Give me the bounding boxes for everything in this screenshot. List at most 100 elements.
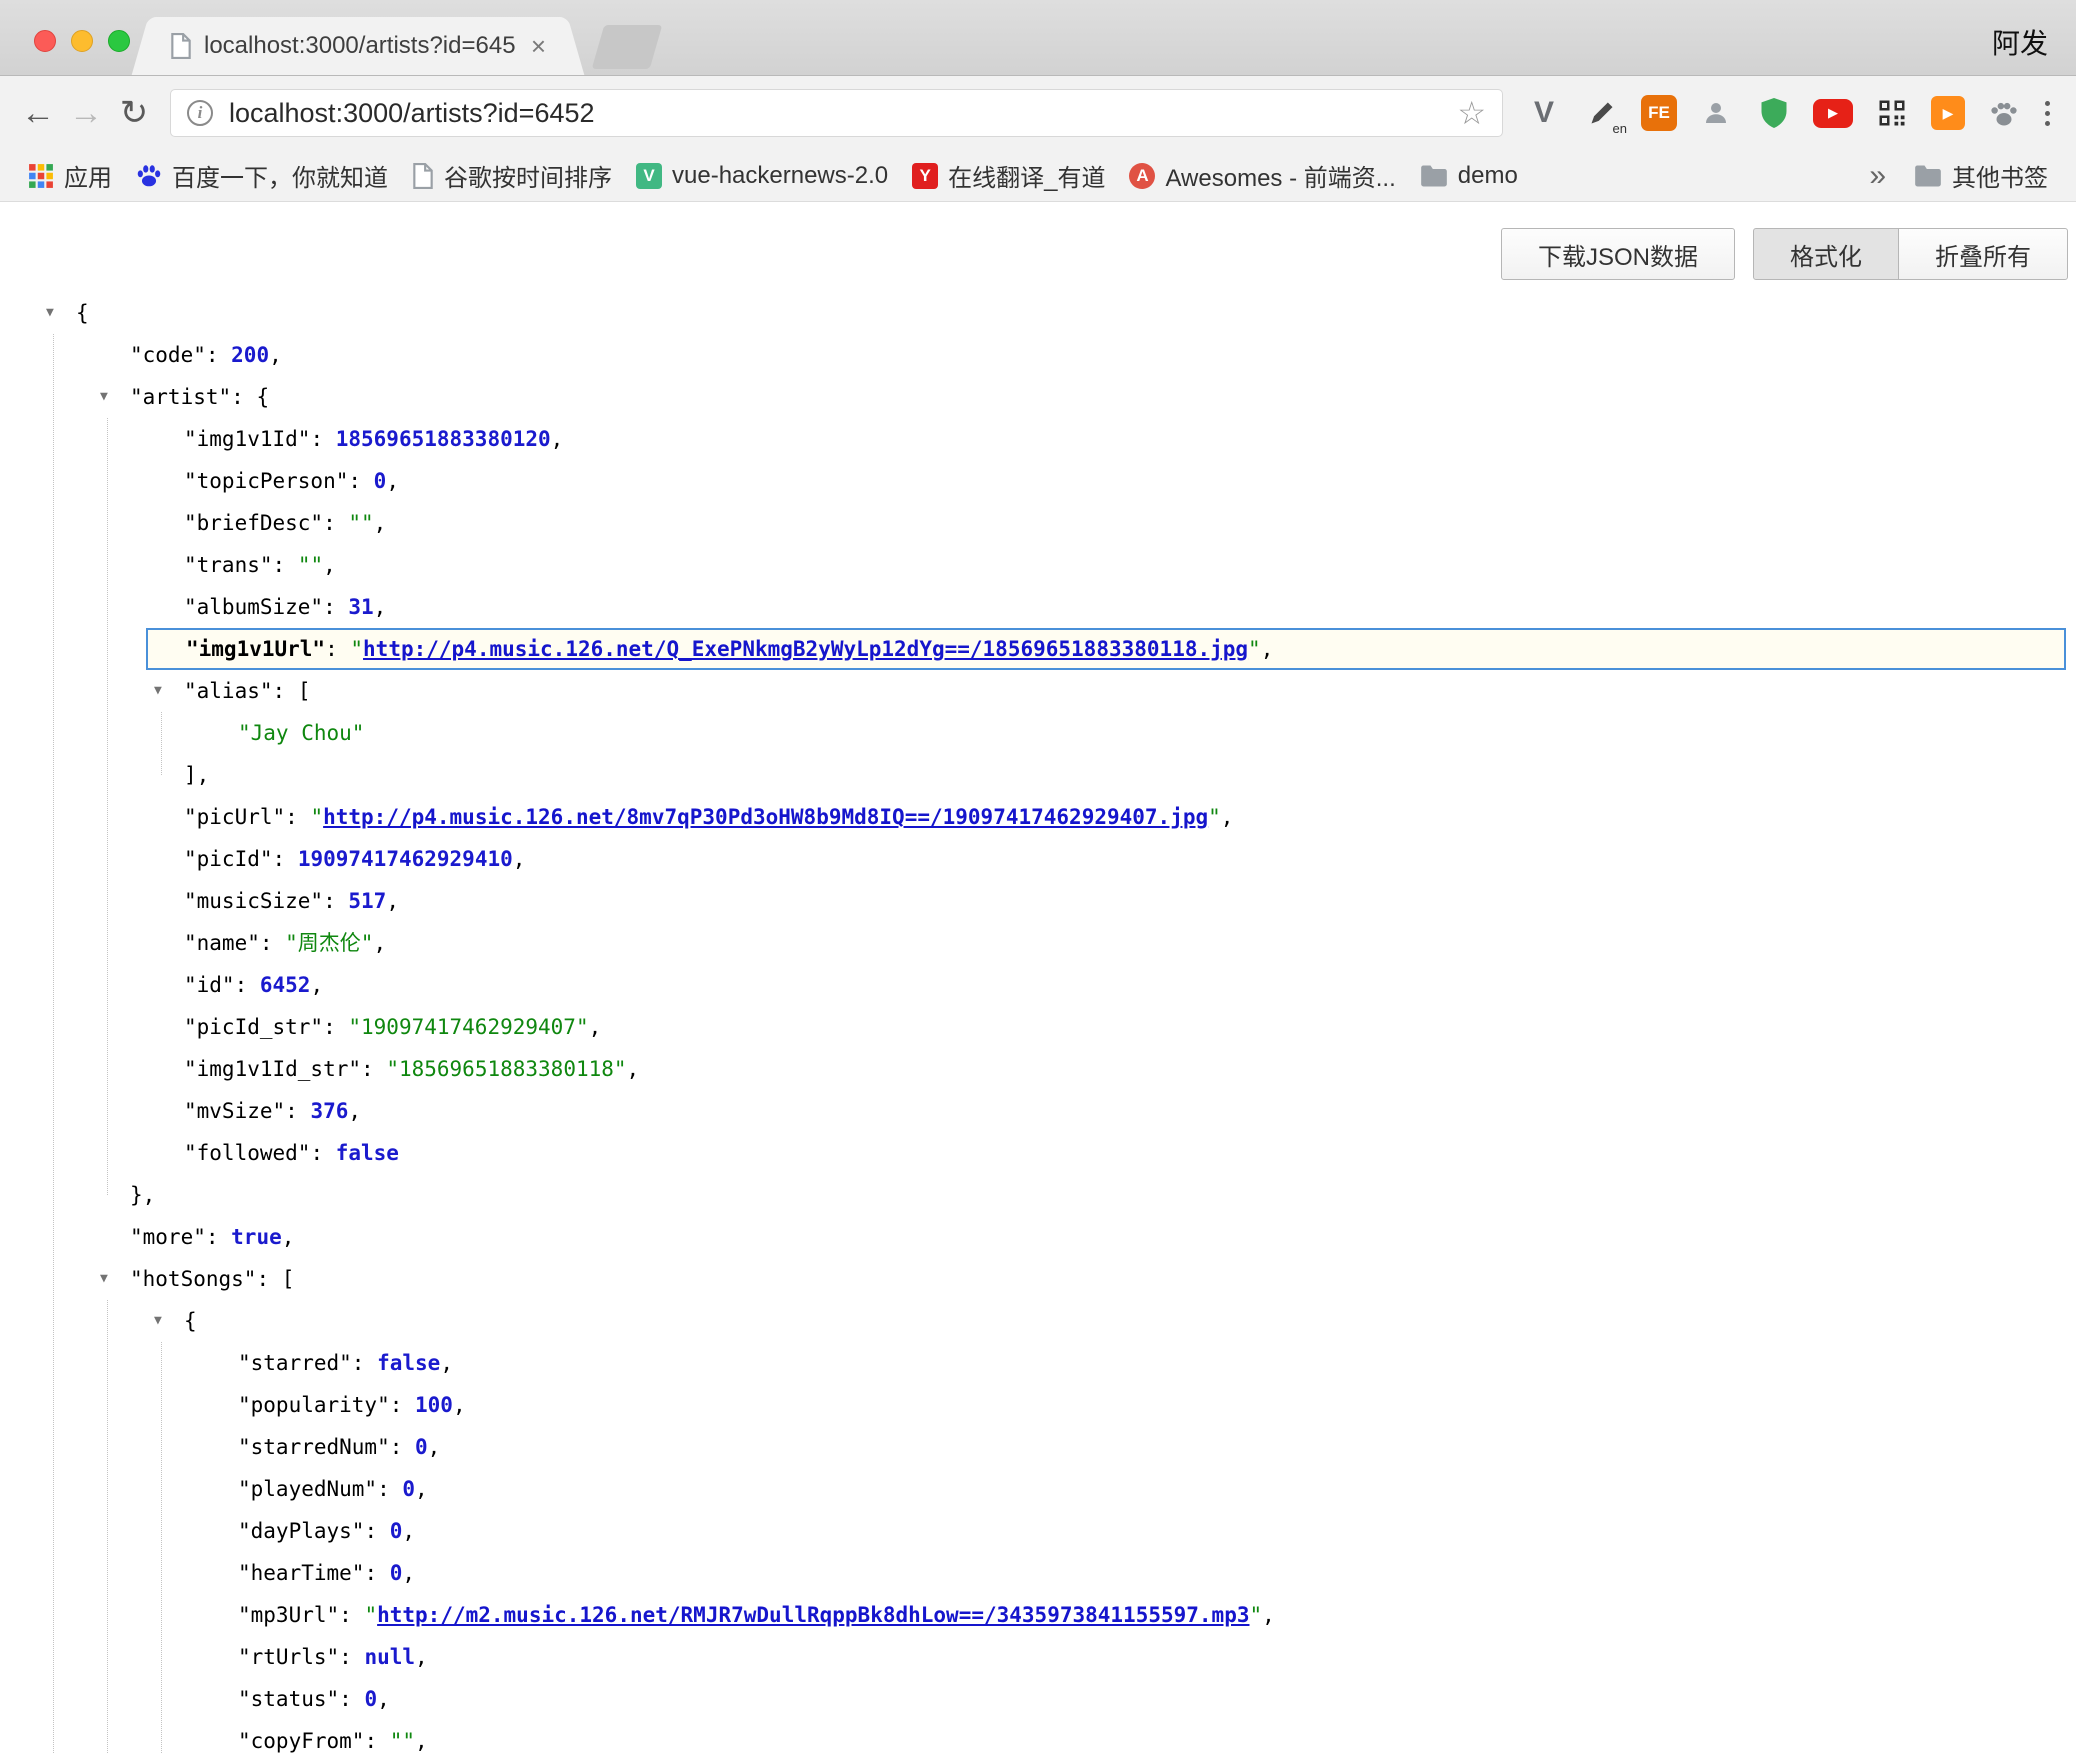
- collapse-toggle-icon[interactable]: ▼: [154, 670, 162, 712]
- json-key: "topicPerson": [184, 469, 348, 493]
- json-number: 0: [374, 469, 387, 493]
- json-number: 18569651883380120: [336, 427, 551, 451]
- other-bookmarks-folder[interactable]: 其他书签: [1902, 158, 2060, 193]
- json-keyword: null: [364, 1645, 415, 1669]
- json-line: "picId": 19097417462929410,: [0, 838, 2076, 880]
- json-string: "19097417462929407": [348, 1015, 588, 1039]
- back-button[interactable]: ←: [14, 89, 62, 137]
- json-string: "周杰伦": [285, 931, 373, 955]
- json-punctuation: ,: [415, 1729, 428, 1753]
- json-punctuation: :: [256, 1267, 281, 1291]
- json-punctuation: ,: [1261, 637, 1274, 661]
- json-punctuation: {: [184, 1309, 197, 1333]
- json-line: "code": 200,: [0, 334, 2076, 376]
- json-key: "id": [184, 973, 235, 997]
- collapse-toggle-icon[interactable]: ▼: [154, 1300, 162, 1342]
- json-line: "id": 6452,: [0, 964, 2076, 1006]
- tab-close-icon[interactable]: ×: [531, 33, 546, 59]
- bookmark-youdao[interactable]: Y 在线翻译_有道: [900, 158, 1117, 193]
- fehelper-extension-icon[interactable]: FE: [1641, 95, 1677, 131]
- bookmark-star-icon[interactable]: ☆: [1457, 94, 1486, 132]
- browser-tab[interactable]: localhost:3000/artists?id=645 ×: [152, 17, 564, 75]
- bookmark-demo-folder[interactable]: demo: [1408, 162, 1530, 190]
- json-key: "musicSize": [184, 889, 323, 913]
- json-punctuation: :: [377, 1477, 402, 1501]
- json-line: "playedNum": 0,: [0, 1468, 2076, 1510]
- json-key: "name": [184, 931, 260, 955]
- json-keyword: false: [377, 1351, 440, 1375]
- player-extension-icon[interactable]: ▶: [1931, 96, 1965, 130]
- json-string: "": [348, 511, 373, 535]
- forward-button[interactable]: →: [62, 89, 110, 137]
- json-line: "img1v1Id_str": "18569651883380118",: [0, 1048, 2076, 1090]
- bookmark-google-sort[interactable]: 谷歌按时间排序: [400, 158, 624, 193]
- qrcode-extension-icon[interactable]: [1873, 94, 1911, 132]
- url-bar[interactable]: i localhost:3000/artists?id=6452 ☆: [170, 89, 1503, 137]
- bookmark-awesomes[interactable]: A Awesomes - 前端资...: [1117, 158, 1407, 193]
- json-key: "mvSize": [184, 1099, 285, 1123]
- json-punctuation: :: [390, 1435, 415, 1459]
- menu-icon[interactable]: [2045, 101, 2050, 126]
- collapse-toggle-icon[interactable]: ▼: [100, 376, 108, 418]
- json-url-link[interactable]: http://p4.music.126.net/8mv7qP30Pd3oHW8b…: [323, 805, 1208, 829]
- adblock-shield-extension-icon[interactable]: [1755, 94, 1793, 132]
- json-line: "mvSize": 376,: [0, 1090, 2076, 1132]
- collapse-all-button[interactable]: 折叠所有: [1898, 228, 2068, 280]
- json-toolbar: 下载JSON数据 格式化 折叠所有: [0, 202, 2076, 280]
- json-line: "picUrl": "http://p4.music.126.net/8mv7q…: [0, 796, 2076, 838]
- bookmark-vue-hackernews[interactable]: V vue-hackernews-2.0: [624, 162, 900, 190]
- json-url-link[interactable]: http://p4.music.126.net/Q_ExePNkmgB2yWyL…: [363, 637, 1248, 661]
- tab-strip: localhost:3000/artists?id=645 × 阿发: [0, 0, 2076, 76]
- person-icon: [1701, 98, 1731, 128]
- json-punctuation: :: [339, 1603, 364, 1627]
- json-number: 0: [390, 1519, 403, 1543]
- minimize-window-icon[interactable]: [71, 30, 93, 52]
- json-number: 0: [364, 1687, 377, 1711]
- youtube-extension-icon[interactable]: ▶: [1813, 99, 1853, 128]
- json-string: "": [298, 553, 323, 577]
- json-punctuation: :: [323, 595, 348, 619]
- bookmark-apps[interactable]: 应用: [16, 158, 124, 193]
- bookmark-label: demo: [1458, 162, 1518, 190]
- reload-button[interactable]: ↻: [110, 89, 158, 137]
- json-key: "briefDesc": [184, 511, 323, 535]
- url-input[interactable]: localhost:3000/artists?id=6452: [229, 98, 1447, 129]
- json-view: ▼{"code": 200,▼"artist": {"img1v1Id": 18…: [0, 292, 2076, 1754]
- json-line: "followed": false: [0, 1132, 2076, 1174]
- translate-badge: en: [1613, 121, 1627, 136]
- json-number: 31: [348, 595, 373, 619]
- bookmark-baidu[interactable]: 百度一下，你就知道: [124, 158, 400, 193]
- json-number: 19097417462929410: [298, 847, 513, 871]
- json-punctuation: :: [285, 1099, 310, 1123]
- download-json-button[interactable]: 下载JSON数据: [1501, 228, 1735, 280]
- bookmarks-overflow-chevron[interactable]: »: [1853, 159, 1902, 193]
- browser-toolbar: ← → ↻ i localhost:3000/artists?id=6452 ☆…: [0, 76, 2076, 150]
- maximize-window-icon[interactable]: [108, 30, 130, 52]
- page-info-icon[interactable]: i: [187, 100, 213, 126]
- json-line: "more": true,: [0, 1216, 2076, 1258]
- profile-name[interactable]: 阿发: [1992, 22, 2048, 62]
- json-keyword: false: [336, 1141, 399, 1165]
- collapse-toggle-icon[interactable]: ▼: [46, 292, 54, 334]
- page-icon: [170, 33, 192, 59]
- json-line: ],: [0, 754, 2076, 796]
- json-punctuation: :: [273, 679, 298, 703]
- translate-extension-icon[interactable]: en: [1583, 94, 1621, 132]
- qrcode-icon: [1877, 98, 1907, 128]
- person-extension-icon[interactable]: [1697, 94, 1735, 132]
- vimium-extension-icon[interactable]: V: [1525, 94, 1563, 132]
- json-line: "musicSize": 517,: [0, 880, 2076, 922]
- paw-extension-icon[interactable]: [1985, 94, 2023, 132]
- format-button[interactable]: 格式化: [1753, 228, 1899, 280]
- json-url-link[interactable]: http://m2.music.126.net/RMJR7wDullRqppBk…: [377, 1603, 1249, 1627]
- close-window-icon[interactable]: [34, 30, 56, 52]
- json-punctuation: ,: [415, 1477, 428, 1501]
- collapse-toggle-icon[interactable]: ▼: [100, 1258, 108, 1300]
- json-key: "trans": [184, 553, 273, 577]
- json-string: ": [350, 637, 363, 661]
- bookmark-label: 百度一下，你就知道: [172, 158, 388, 193]
- new-tab-button[interactable]: [592, 25, 663, 69]
- json-string: "": [390, 1729, 415, 1753]
- json-line: "topicPerson": 0,: [0, 460, 2076, 502]
- bookmark-label: 谷歌按时间排序: [444, 158, 612, 193]
